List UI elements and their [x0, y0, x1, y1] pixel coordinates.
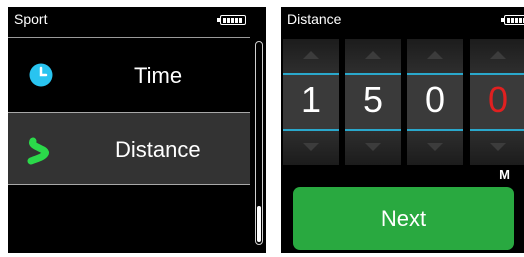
- digit-value: 0: [424, 79, 446, 120]
- screen-title: Sport: [14, 11, 48, 27]
- battery-icon: [501, 15, 524, 25]
- digit-picker-3[interactable]: 0: [407, 39, 463, 165]
- divider: [8, 37, 250, 38]
- next-button[interactable]: Next: [293, 187, 514, 250]
- digit-picker-1[interactable]: 1: [283, 39, 339, 165]
- chevron-down-icon: [427, 143, 443, 151]
- scrollbar-thumb[interactable]: [257, 206, 261, 242]
- chevron-up-icon: [427, 51, 443, 59]
- digit-value: 1: [300, 79, 322, 120]
- unit-label: M: [499, 167, 510, 182]
- scrollbar[interactable]: [255, 41, 263, 245]
- chevron-up-icon: [490, 51, 506, 59]
- menu-item-label: Distance: [115, 137, 201, 162]
- menu-item-distance[interactable]: Distance: [8, 112, 250, 185]
- digit-picker-4[interactable]: 0: [470, 39, 524, 165]
- chevron-down-icon: [303, 143, 319, 151]
- chevron-down-icon: [365, 143, 381, 151]
- battery-icon: [217, 15, 246, 25]
- distance-screen: Distance 1 5 0 0 M Next: [281, 7, 524, 253]
- increment-button[interactable]: [470, 39, 524, 73]
- increment-button[interactable]: [345, 39, 401, 73]
- chevron-down-icon: [490, 143, 506, 151]
- decrement-button[interactable]: [345, 131, 401, 165]
- digit-value-active: 0: [487, 79, 509, 120]
- route-icon: [27, 137, 49, 165]
- screen-title: Distance: [287, 11, 342, 27]
- menu-item-label: Time: [134, 63, 183, 88]
- digit-value: 5: [362, 79, 384, 120]
- increment-button[interactable]: [407, 39, 463, 73]
- menu-item-time[interactable]: Time: [8, 39, 250, 112]
- digit-picker-2[interactable]: 5: [345, 39, 401, 165]
- clock-icon: [29, 63, 53, 87]
- decrement-button[interactable]: [407, 131, 463, 165]
- decrement-button[interactable]: [470, 131, 524, 165]
- increment-button[interactable]: [283, 39, 339, 73]
- chevron-up-icon: [365, 51, 381, 59]
- chevron-up-icon: [303, 51, 319, 59]
- sport-screen: Sport Time Distance: [8, 7, 266, 253]
- decrement-button[interactable]: [283, 131, 339, 165]
